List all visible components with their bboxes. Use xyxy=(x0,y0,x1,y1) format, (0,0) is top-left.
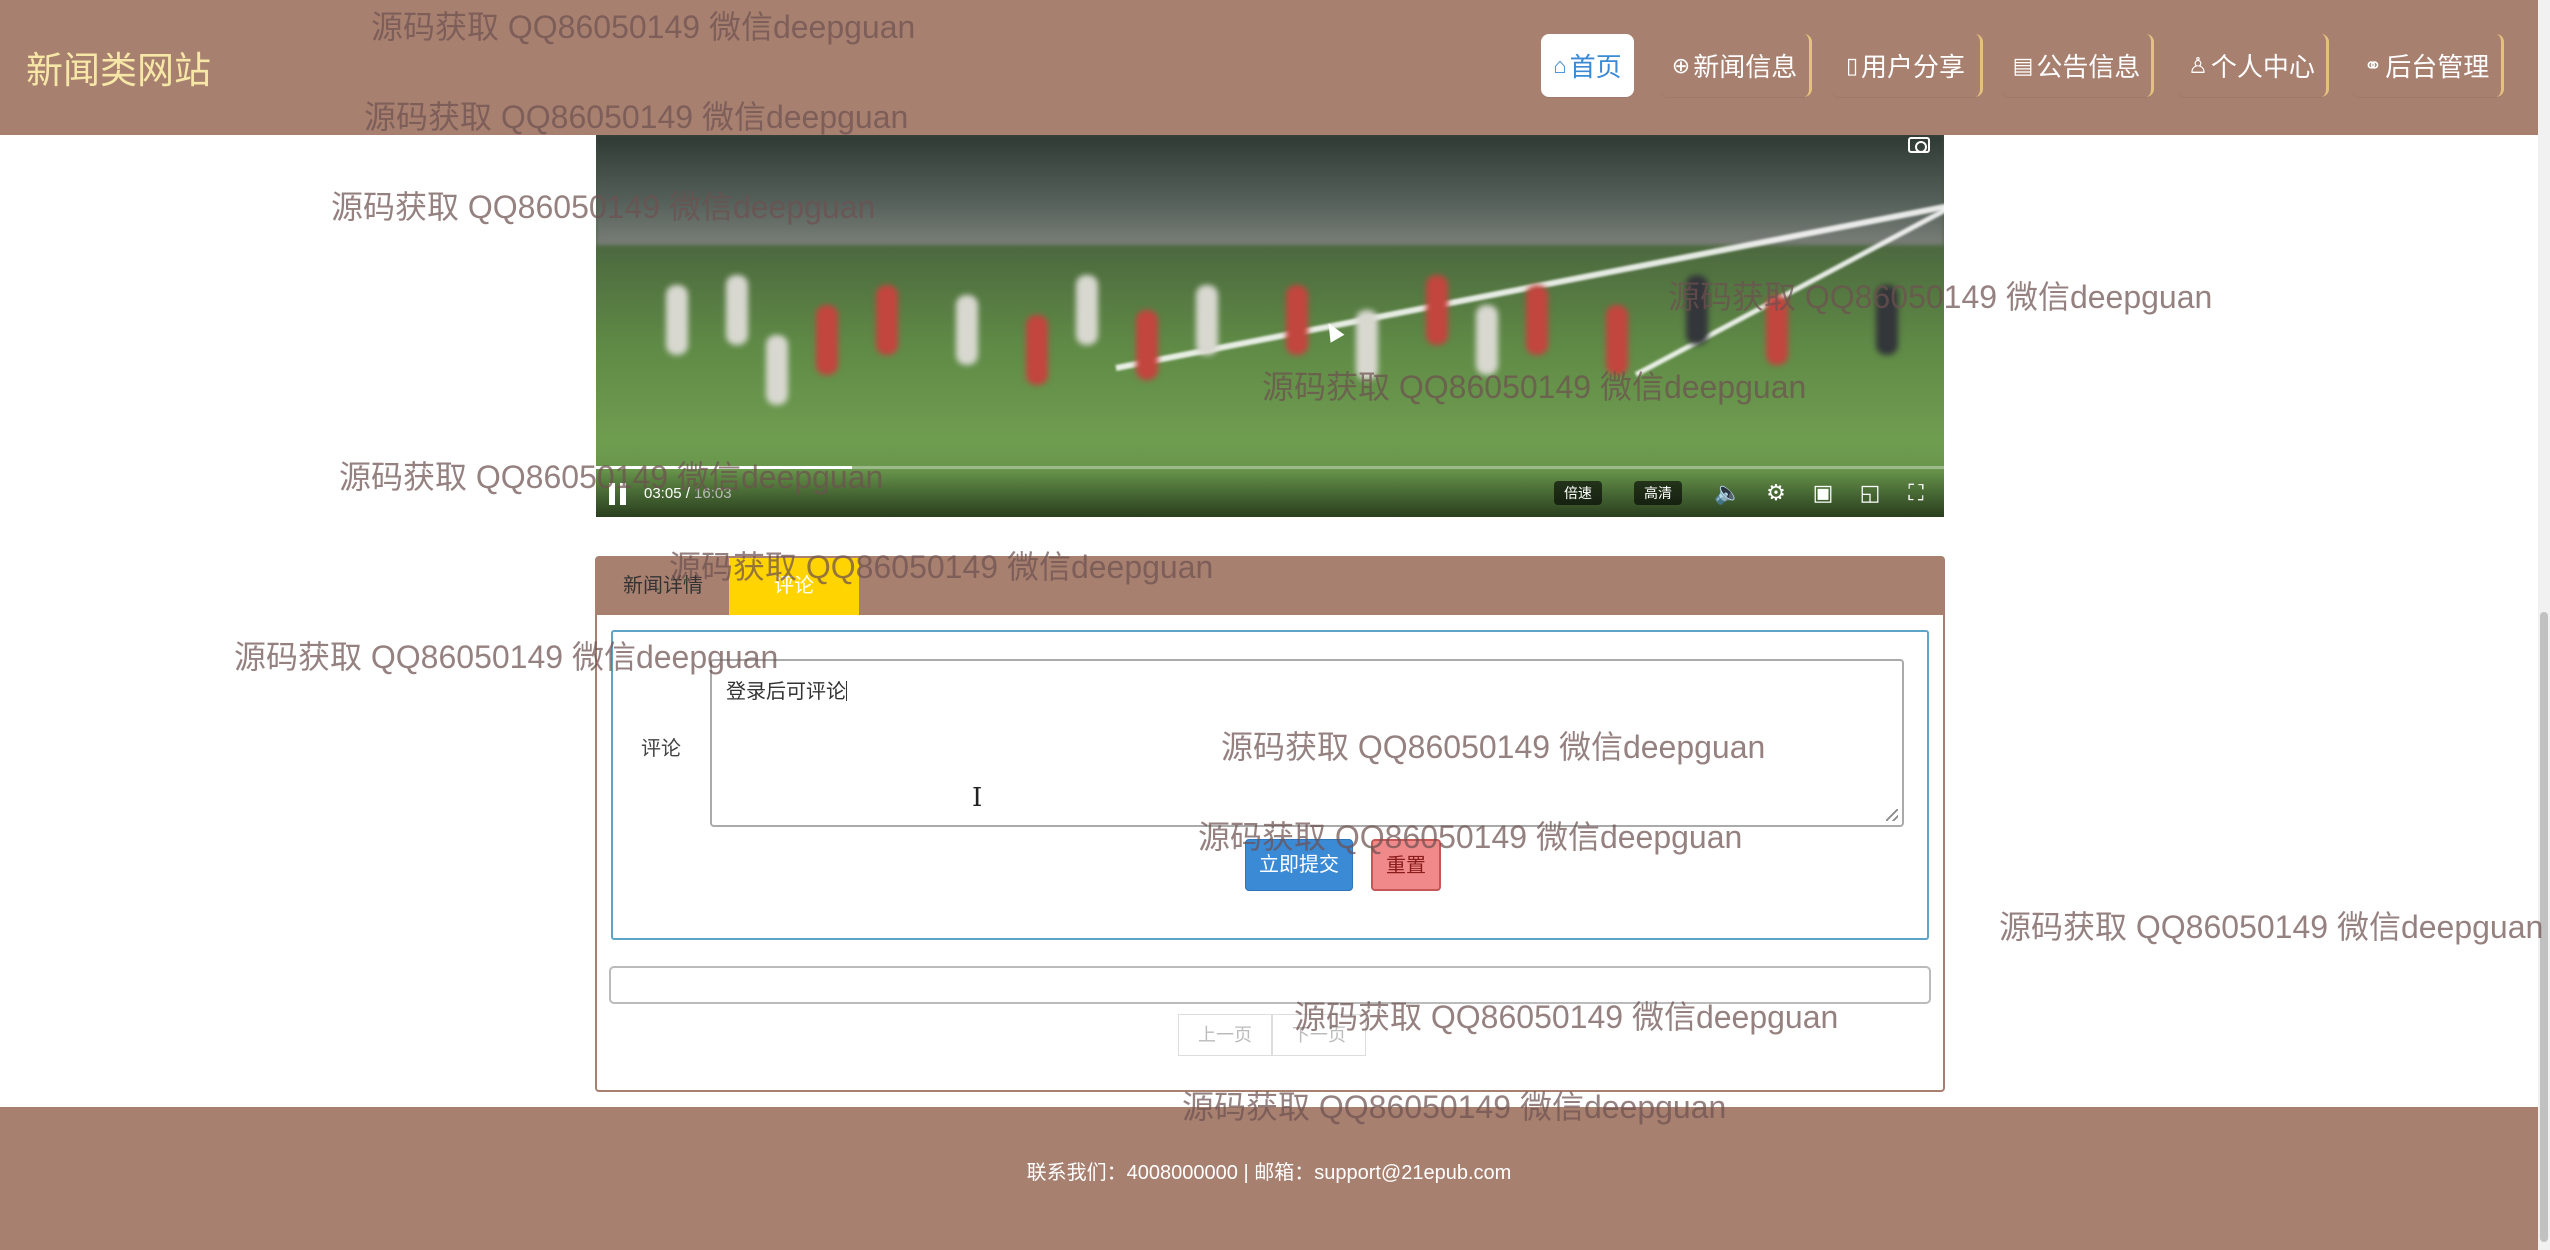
site-footer: 联系我们：4008000000 | 邮箱：support@21epub.com xyxy=(0,1107,2538,1250)
watermark: 源码获取 QQ86050149 微信deepguan xyxy=(371,9,916,45)
watermark: 源码获取 QQ86050149 微信deepguan xyxy=(669,549,1214,585)
watermark: 源码获取 QQ86050149 微信deepguan xyxy=(234,639,779,675)
video-frame-player xyxy=(1286,285,1308,355)
quality-button[interactable]: 高清 xyxy=(1634,481,1682,505)
settings-gear-icon[interactable]: ⚙ xyxy=(1762,479,1790,507)
resize-handle-icon[interactable] xyxy=(1886,809,1898,821)
video-frame-player xyxy=(666,285,688,355)
globe-icon: ⊕ xyxy=(1671,52,1691,78)
footer-contact: 联系我们：4008000000 | 邮箱：support@21epub.com xyxy=(1026,1162,1512,1184)
video-frame-player xyxy=(956,295,978,365)
video-frame-player xyxy=(1526,285,1548,355)
fullscreen-icon[interactable]: ⛶ xyxy=(1902,479,1930,507)
nav-personal-center-label: 个人中心 xyxy=(2210,52,2315,82)
watermark: 源码获取 QQ86050149 微信deepguan xyxy=(1182,1089,1727,1125)
watermark: 源码获取 QQ86050149 微信deepguan xyxy=(1262,369,1807,405)
nav-home[interactable]: ⌂ 首页 xyxy=(1541,34,1634,97)
watermark: 源码获取 QQ86050149 微信deepguan xyxy=(339,459,884,495)
nav-notices-label: 公告信息 xyxy=(2036,52,2141,82)
nav-user-share-label: 用户分享 xyxy=(1861,52,1966,82)
nav-news[interactable]: ⊕ 新闻信息 xyxy=(1660,34,1812,97)
site-brand[interactable]: 新闻类网站 xyxy=(26,40,211,94)
user-icon: ♙ xyxy=(2188,52,2208,78)
link-icon: ⚭ xyxy=(2363,52,2383,78)
video-frame-player xyxy=(876,285,898,355)
watermark: 源码获取 QQ86050149 微信deepguan xyxy=(364,99,909,135)
clipboard-icon: ▤ xyxy=(2012,52,2034,78)
volume-icon[interactable]: 🔈 xyxy=(1714,479,1742,507)
prev-page-button[interactable]: 上一页 xyxy=(1178,1014,1272,1056)
comment-textarea-value: 登录后可评论 xyxy=(726,681,846,703)
video-frame-player xyxy=(1426,275,1448,345)
comment-label: 评论 xyxy=(641,738,681,760)
watermark: 源码获取 QQ86050149 微信deepguan xyxy=(1221,729,1766,765)
web-fullscreen-icon[interactable]: ◱ xyxy=(1856,479,1884,507)
home-icon: ⌂ xyxy=(1553,52,1567,78)
nav-news-label: 新闻信息 xyxy=(1693,52,1798,82)
video-frame-player xyxy=(726,275,748,345)
text-cursor-icon: I xyxy=(972,783,983,813)
speed-button[interactable]: 倍速 xyxy=(1554,481,1602,505)
watermark: 源码获取 QQ86050149 微信deepguan xyxy=(1198,819,1743,855)
video-frame-player xyxy=(1076,275,1098,345)
watermark: 源码获取 QQ86050149 微信deepguan xyxy=(331,189,876,225)
nav-personal-center[interactable]: ♙ 个人中心 xyxy=(2177,34,2329,97)
watermark: 源码获取 QQ86050149 微信deepguan xyxy=(1668,279,2213,315)
nav-admin[interactable]: ⚭ 后台管理 xyxy=(2352,34,2504,97)
video-frame-player xyxy=(766,335,788,405)
video-frame-player xyxy=(1136,310,1158,380)
screenshot-icon[interactable] xyxy=(1908,137,1930,153)
video-frame-player xyxy=(1026,315,1048,385)
nav-admin-label: 后台管理 xyxy=(2385,52,2490,82)
watermark: 源码获取 QQ86050149 微信deepguan xyxy=(1294,999,1839,1035)
text-caret xyxy=(846,681,847,701)
video-frame-player xyxy=(1196,285,1218,355)
share-icon: ▯ xyxy=(1845,52,1859,78)
nav-notices[interactable]: ▤ 公告信息 xyxy=(2002,34,2154,97)
nav-home-label: 首页 xyxy=(1569,52,1622,82)
nav-user-share[interactable]: ▯ 用户分享 xyxy=(1831,34,1983,97)
picture-in-picture-icon[interactable]: ▣ xyxy=(1809,479,1837,507)
comment-form: 评论 登录后可评论 I 立即提交 重置 xyxy=(611,630,1929,940)
video-frame-player xyxy=(816,305,838,375)
watermark: 源码获取 QQ86050149 微信deepguan xyxy=(1999,909,2544,945)
